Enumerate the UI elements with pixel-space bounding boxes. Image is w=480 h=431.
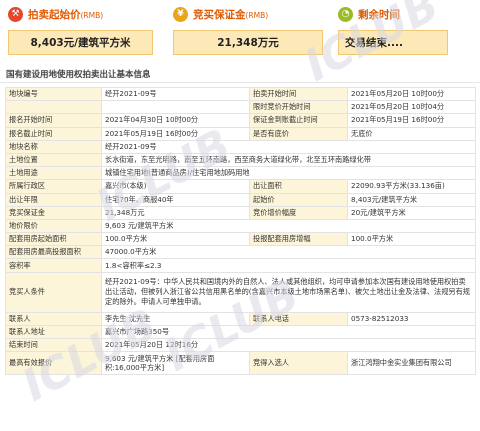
table-row: 报名开始时间 2021年04月30日 10时00分 保证金到账截止时间 2021年05… bbox=[5, 113, 476, 128]
start-price-stat: ⚒ 拍卖起始价(RMB) 8,403元/建筑平方米 bbox=[8, 0, 158, 62]
field-label bbox=[5, 100, 102, 115]
field-value: 经开2021-09号 bbox=[101, 86, 250, 102]
field-label: 报名截止时间 bbox=[5, 126, 102, 141]
field-label: 竞价增价幅度 bbox=[249, 205, 348, 220]
table-row: 地块名称 经开2021-09号 bbox=[5, 139, 476, 154]
field-label: 限时竞价开始时间 bbox=[249, 100, 348, 115]
remaining-time-value: 交易结束.... bbox=[338, 30, 448, 55]
field-label: 地块名称 bbox=[5, 139, 102, 154]
table-row: 报名截止时间 2021年05月19日 16时00分 是否有底价 无底价 bbox=[5, 126, 476, 141]
field-label: 保证金到账截止时间 bbox=[249, 113, 348, 128]
field-label: 联系人 bbox=[5, 311, 102, 326]
field-label: 竞买保证金 bbox=[5, 205, 102, 220]
field-value: 城镇住宅用地(普通商品房)/住宅用地加码用地 bbox=[101, 166, 476, 181]
field-value: 2021年04月30日 10时00分 bbox=[101, 113, 250, 128]
table-row: 竞买人条件 经开2021-09号：中华人民共和国境内外的自然人、法人或其他组织，均… bbox=[5, 271, 476, 313]
table-row: 出让年限 住宅70年、商服40年 起始价 8,403元/建筑平方米 bbox=[5, 192, 476, 207]
field-value: 1.8<容积率≤2.3 bbox=[101, 258, 476, 273]
table-row: 土地用途 城镇住宅用地(普通商品房)/住宅用地加码用地 bbox=[5, 166, 476, 181]
deposit-title: 竞买保证金(RMB) bbox=[193, 8, 269, 21]
field-value: 0573-82512033 bbox=[347, 311, 476, 326]
field-label: 地价限价 bbox=[5, 218, 102, 234]
deposit-stat: ¥ 竞买保证金(RMB) 21,348万元 bbox=[173, 0, 328, 62]
field-value: 100.0平方米 bbox=[101, 232, 250, 247]
table-row: 结束时间 2021年05月20日 12时16分 bbox=[5, 337, 476, 353]
field-value: 21,348万元 bbox=[101, 205, 250, 220]
field-value: 9,603 元/建筑平方米 [配套用房面积:16,000平方米] bbox=[101, 351, 250, 376]
field-value: 2021年05月20日 10时04分 bbox=[347, 100, 476, 115]
table-row: 配套用房起始面积 100.0平方米 投报配套用房增幅 100.0平方米 bbox=[5, 232, 476, 247]
field-value: 22090.93平方米(33.136亩) bbox=[347, 179, 476, 194]
field-label: 容积率 bbox=[5, 258, 102, 273]
remaining-time-title: 剩余时间 bbox=[358, 8, 400, 21]
field-value: 2021年05月19日 16时00分 bbox=[347, 113, 476, 128]
field-label: 土地用途 bbox=[5, 166, 102, 181]
field-value: 嘉兴市(本级) bbox=[101, 179, 250, 194]
section-divider bbox=[0, 82, 480, 83]
field-value: 2021年05月19日 16时00分 bbox=[101, 126, 250, 141]
field-label: 拍卖开始时间 bbox=[249, 86, 348, 102]
table-row: 最高有效报价 9,603 元/建筑平方米 [配套用房面积:16,000平方米] 竞得… bbox=[5, 351, 476, 376]
field-value: 长水街道，东至光明路，南至五环南路，西至商务大道绿化带，北至五环南路绿化带 bbox=[101, 152, 476, 168]
field-value: 无底价 bbox=[347, 126, 476, 141]
deposit-value: 21,348万元 bbox=[173, 30, 323, 55]
field-value: 2021年05月20日 10时00分 bbox=[347, 86, 476, 102]
field-label: 土地位置 bbox=[5, 152, 102, 168]
field-label: 投报配套用房增幅 bbox=[249, 232, 348, 247]
field-value: 47000.0平方米 bbox=[101, 245, 476, 260]
table-row: 地块编号 经开2021-09号 拍卖开始时间 2021年05月20日 10时00分 bbox=[5, 86, 476, 102]
field-label: 竞买人条件 bbox=[5, 271, 102, 313]
table-row: 土地位置 长水街道，东至光明路，南至五环南路，西至商务大道绿化带，北至五环南路绿化… bbox=[5, 152, 476, 168]
start-price-value: 8,403元/建筑平方米 bbox=[8, 30, 153, 55]
field-value: 浙江鸿翔中金实业集团有限公司 bbox=[347, 351, 476, 376]
field-value: 经开2021-09号：中华人民共和国境内外的自然人、法人或其他组织，均可申请参加… bbox=[101, 271, 476, 313]
field-value: 9,603 元/建筑平方米 bbox=[101, 218, 476, 234]
field-label: 是否有底价 bbox=[249, 126, 348, 141]
money-bag-icon: ¥ bbox=[173, 6, 188, 22]
field-value: 嘉兴市广场路350号 bbox=[101, 324, 476, 340]
field-label: 联系人电话 bbox=[249, 311, 348, 326]
field-label: 所属行政区 bbox=[5, 179, 102, 194]
field-label: 出让面积 bbox=[249, 179, 348, 194]
field-label: 配套用房最高投报面积 bbox=[5, 245, 102, 260]
table-row: 联系人 李先生 沈先生 联系人电话 0573-82512033 bbox=[5, 311, 476, 326]
table-row: 配套用房最高投报面积 47000.0平方米 bbox=[5, 245, 476, 260]
field-value: 2021年05月20日 12时16分 bbox=[101, 337, 476, 353]
field-label: 联系人地址 bbox=[5, 324, 102, 340]
field-value: 8,403元/建筑平方米 bbox=[347, 192, 476, 207]
field-label: 配套用房起始面积 bbox=[5, 232, 102, 247]
table-row: 限时竞价开始时间 2021年05月20日 10时04分 bbox=[5, 100, 476, 115]
field-value: 经开2021-09号 bbox=[101, 139, 476, 154]
gavel-icon: ⚒ bbox=[8, 6, 23, 22]
start-price-title: 拍卖起始价(RMB) bbox=[28, 8, 104, 21]
field-value: 李先生 沈先生 bbox=[101, 311, 250, 326]
table-row: 容积率 1.8<容积率≤2.3 bbox=[5, 258, 476, 273]
table-row: 所属行政区 嘉兴市(本级) 出让面积 22090.93平方米(33.136亩) bbox=[5, 179, 476, 194]
table-row: 地价限价 9,603 元/建筑平方米 bbox=[5, 218, 476, 234]
clock-icon: ◔ bbox=[338, 6, 353, 22]
table-row: 联系人地址 嘉兴市广场路350号 bbox=[5, 324, 476, 340]
remaining-time-stat: ◔ 剩余时间 交易结束.... bbox=[338, 0, 458, 62]
field-label: 地块编号 bbox=[5, 86, 102, 102]
field-value: 20元/建筑平方米 bbox=[347, 205, 476, 220]
section-title: 国有建设用地使用权拍卖出让基本信息 bbox=[6, 70, 151, 80]
field-value: 住宅70年、商服40年 bbox=[101, 192, 250, 207]
field-value bbox=[101, 100, 250, 115]
land-info-table: 地块编号 经开2021-09号 拍卖开始时间 2021年05月20日 10时00分 限时… bbox=[5, 86, 476, 376]
field-label: 竞得入选人 bbox=[249, 351, 348, 376]
field-label: 出让年限 bbox=[5, 192, 102, 207]
field-label: 起始价 bbox=[249, 192, 348, 207]
field-label: 报名开始时间 bbox=[5, 113, 102, 128]
field-value: 100.0平方米 bbox=[347, 232, 476, 247]
table-row: 竞买保证金 21,348万元 竞价增价幅度 20元/建筑平方米 bbox=[5, 205, 476, 220]
field-label: 结束时间 bbox=[5, 337, 102, 353]
auction-summary-bar: ⚒ 拍卖起始价(RMB) 8,403元/建筑平方米 ¥ 竞买保证金(RMB) 2… bbox=[0, 0, 480, 62]
field-label: 最高有效报价 bbox=[5, 351, 102, 376]
